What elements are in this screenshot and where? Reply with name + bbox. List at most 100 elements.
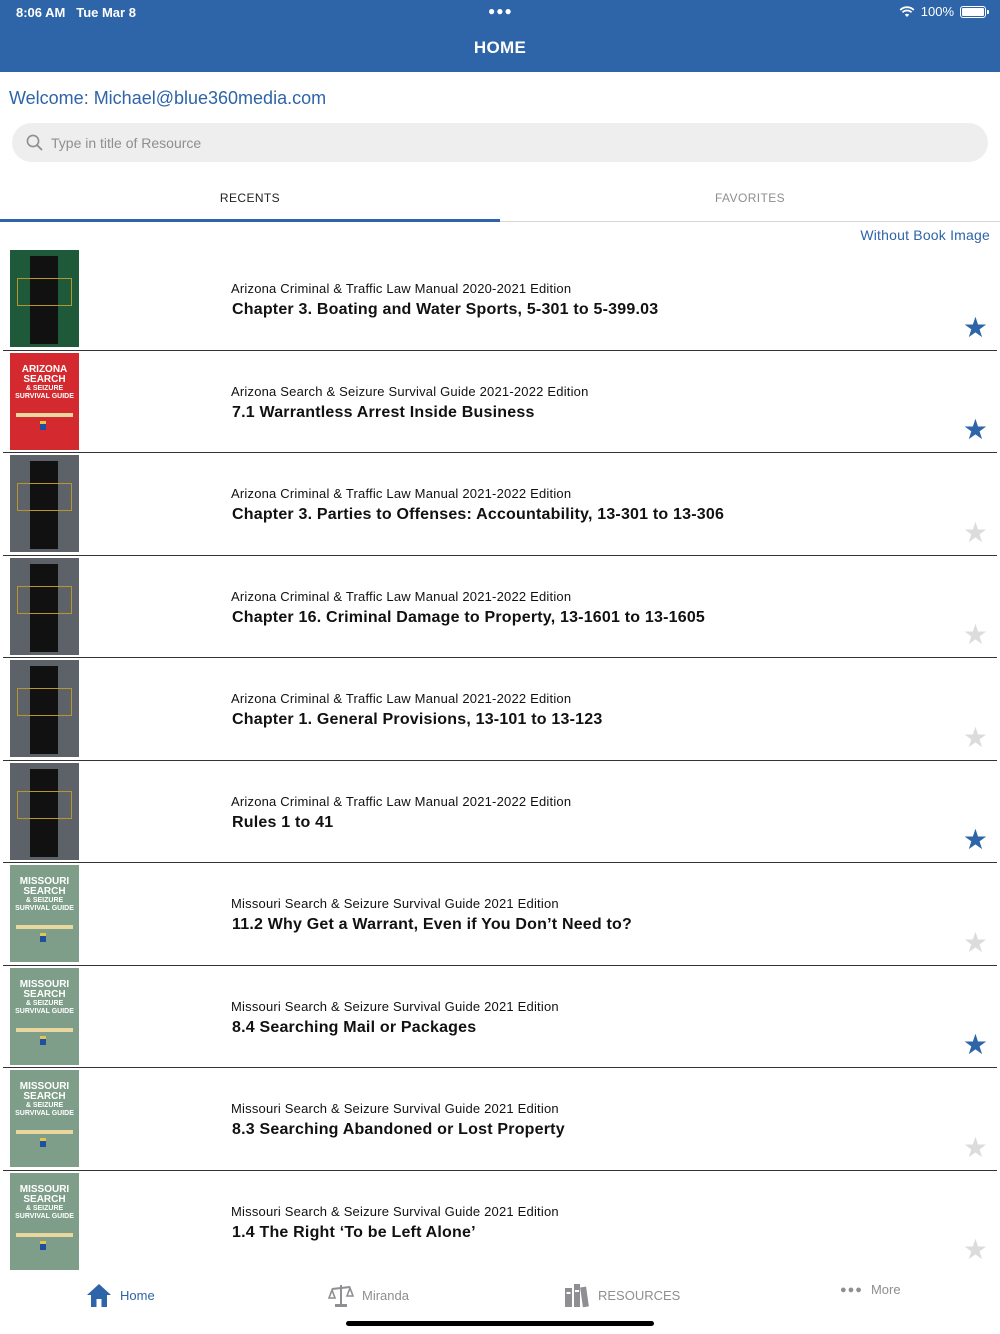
favorite-star-icon[interactable]: ★ <box>963 416 988 444</box>
home-indicator[interactable] <box>346 1321 654 1326</box>
wifi-icon <box>899 5 915 17</box>
cover-title-art: MISSOURI SEARCH & SEIZURE SURVIVAL GUIDE <box>10 978 79 1016</box>
cover-frame <box>17 688 72 716</box>
cover-title-line: & SEIZURE <box>25 999 64 1007</box>
clock-date: Tue Mar 8 <box>76 5 136 20</box>
cover-title-line: SEARCH <box>23 1193 66 1205</box>
cover-badge <box>40 1240 46 1250</box>
tab-favorites[interactable]: FAVORITES <box>500 178 1000 221</box>
book-title: Missouri Search & Seizure Survival Guide… <box>231 1203 559 1219</box>
tabbar-item-resources[interactable]: RESOURCES <box>564 1282 680 1308</box>
list-item[interactable]: Arizona Criminal & Traffic Law Manual 20… <box>3 248 997 351</box>
chapter-title: 1.4 The Right ‘To be Left Alone’ <box>232 1223 476 1241</box>
ellipsis-icon: ●●● <box>840 1283 863 1296</box>
list-item[interactable]: Arizona Criminal & Traffic Law Manual 20… <box>3 658 997 761</box>
battery-icon <box>960 5 989 18</box>
clock-time: 8:06 AM <box>16 5 66 20</box>
book-title: Arizona Criminal & Traffic Law Manual 20… <box>231 281 572 296</box>
favorite-star-icon[interactable]: ★ <box>963 1031 988 1059</box>
multitasking-dots-icon[interactable]: ●●● <box>488 4 513 18</box>
cover-frame <box>17 483 72 511</box>
favorite-star-icon[interactable]: ★ <box>963 928 988 957</box>
cover-title-line: SURVIVAL GUIDE <box>15 1007 74 1015</box>
cover-title-line: SEARCH <box>23 886 66 897</box>
cover-stripe <box>16 1027 73 1032</box>
cover-title-line: MISSOURI <box>19 978 70 990</box>
favorite-star-icon[interactable]: ★ <box>963 1236 988 1264</box>
tabbar-label: Home <box>120 1287 155 1303</box>
favorite-star-icon[interactable]: ★ <box>963 313 988 342</box>
favorite-star-icon[interactable]: ★ <box>963 826 988 854</box>
cover-title-line: SURVIVAL GUIDE <box>15 905 74 912</box>
status-time: 8:06 AM Tue Mar 8 <box>16 5 136 20</box>
search-icon <box>26 134 43 151</box>
chapter-title: Chapter 3. Boating and Water Sports, 5-3… <box>232 301 659 318</box>
list-item[interactable]: MISSOURI SEARCH & SEIZURE SURVIVAL GUIDE Mis… <box>3 1068 997 1171</box>
favorite-star-icon[interactable]: ★ <box>963 723 988 752</box>
list-item[interactable]: ARIZONA SEARCH & SEIZURE SURVIVAL GUIDE Ariz… <box>3 351 997 453</box>
tabbar-label: Miranda <box>362 1287 409 1303</box>
cover-title-line: MISSOURI <box>19 1183 70 1195</box>
segmented-tabs: RECENTS FAVORITES <box>0 178 1000 222</box>
status-indicators: 100% <box>899 4 989 19</box>
favorite-star-icon[interactable]: ★ <box>963 518 988 547</box>
books-icon <box>565 1284 589 1308</box>
without-book-image-toggle[interactable]: Without Book Image <box>860 227 990 243</box>
welcome-message: Welcome: Michael@blue360media.com <box>9 88 327 108</box>
cover-frame <box>17 585 72 614</box>
book-title: Arizona Criminal & Traffic Law Manual 20… <box>231 486 572 501</box>
scales-icon <box>328 1285 354 1307</box>
list-item[interactable]: Arizona Criminal & Traffic Law Manual 20… <box>3 761 997 863</box>
book-cover-image <box>10 660 79 757</box>
favorite-star-icon[interactable]: ★ <box>963 621 988 649</box>
book-cover-image: ARIZONA SEARCH & SEIZURE SURVIVAL GUIDE <box>10 352 79 450</box>
book-cover-image: MISSOURI SEARCH & SEIZURE SURVIVAL GUIDE <box>10 1172 79 1270</box>
cover-stripe <box>16 1130 73 1134</box>
cover-badge <box>40 420 46 430</box>
book-cover-image: MISSOURI SEARCH & SEIZURE SURVIVAL GUIDE <box>10 1070 79 1167</box>
book-title: Arizona Criminal & Traffic Law Manual 20… <box>231 691 572 706</box>
cover-title-line: & SEIZURE <box>25 1204 64 1212</box>
cover-stripe <box>16 1232 73 1237</box>
cover-title-line: ARIZONA <box>21 363 68 375</box>
cover-title-line: SURVIVAL GUIDE <box>15 1110 74 1117</box>
list-item[interactable]: Arizona Criminal & Traffic Law Manual 20… <box>3 453 997 556</box>
tabbar-item-more[interactable]: ●●● More <box>840 1282 901 1297</box>
battery-percent: 100% <box>920 4 954 19</box>
list-item[interactable]: MISSOURI SEARCH & SEIZURE SURVIVAL GUIDE Mis… <box>3 863 997 966</box>
list-item[interactable]: Arizona Criminal & Traffic Law Manual 20… <box>3 556 997 658</box>
house-icon <box>87 1284 111 1307</box>
list-item[interactable]: MISSOURI SEARCH & SEIZURE SURVIVAL GUIDE Mis… <box>3 966 997 1068</box>
cover-title-line: & SEIZURE <box>25 1102 64 1109</box>
tabbar-item-home[interactable]: Home <box>86 1282 155 1308</box>
tabbar-item-miranda[interactable]: Miranda <box>328 1282 409 1308</box>
cover-stripe <box>16 925 73 929</box>
book-title: Missouri Search & Seizure Survival Guide… <box>231 1101 559 1116</box>
book-cover-image <box>10 455 79 552</box>
book-title: Arizona Criminal & Traffic Law Manual 20… <box>231 588 572 604</box>
cover-title-line: & SEIZURE <box>25 897 64 904</box>
chapter-title: 11.2 Why Get a Warrant, Even if You Don’… <box>232 916 632 933</box>
favorite-star-icon[interactable]: ★ <box>963 1133 988 1162</box>
tab-recents[interactable]: RECENTS <box>0 178 500 222</box>
recents-list: Arizona Criminal & Traffic Law Manual 20… <box>0 248 1000 1273</box>
cover-title-line: & SEIZURE <box>25 384 64 392</box>
book-cover-image <box>10 762 79 860</box>
list-item[interactable]: MISSOURI SEARCH & SEIZURE SURVIVAL GUIDE Mis… <box>3 1171 997 1273</box>
book-cover-image <box>10 557 79 655</box>
cover-badge <box>40 933 46 942</box>
book-title: Arizona Criminal & Traffic Law Manual 20… <box>231 793 572 809</box>
book-cover-image: MISSOURI SEARCH & SEIZURE SURVIVAL GUIDE <box>10 865 79 962</box>
book-title: Arizona Search & Seizure Survival Guide … <box>231 383 589 399</box>
cover-title-art: MISSOURI SEARCH & SEIZURE SURVIVAL GUIDE <box>10 1183 79 1221</box>
chapter-title: Chapter 3. Parties to Offenses: Accounta… <box>232 506 725 523</box>
chapter-title: Chapter 16. Criminal Damage to Property,… <box>232 608 706 626</box>
navigation-bar: 8:06 AM Tue Mar 8 ●●● 100% HOME <box>0 0 1000 72</box>
cover-badge <box>40 1035 46 1045</box>
cover-stripe <box>16 412 73 417</box>
chapter-title: 8.3 Searching Abandoned or Lost Property <box>232 1121 565 1138</box>
search-input[interactable] <box>51 134 951 151</box>
cover-title-line: SEARCH <box>23 1091 66 1102</box>
search-bar[interactable] <box>12 123 988 162</box>
cover-badge <box>40 1138 46 1147</box>
